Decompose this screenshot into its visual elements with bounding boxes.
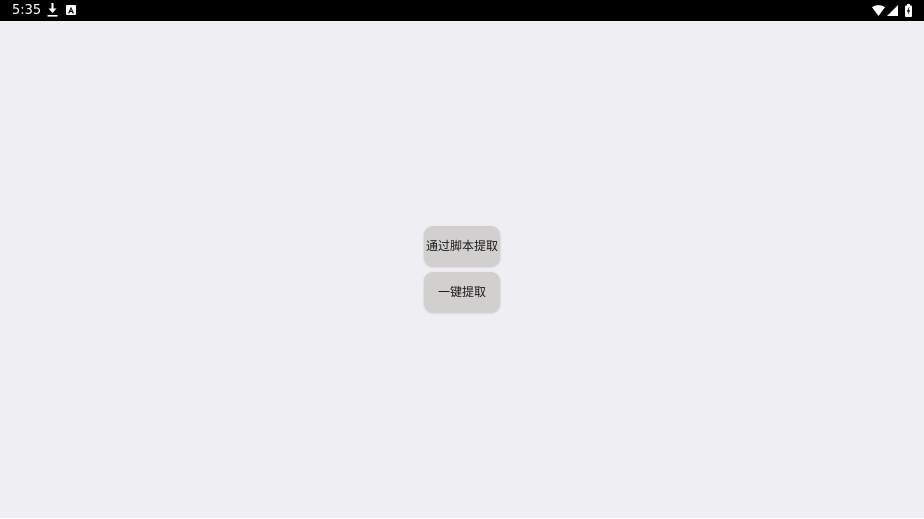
status-bar: 5:35: [0, 0, 924, 21]
cellular-signal-icon: [887, 5, 898, 16]
notification-a-icon: [66, 5, 76, 15]
wifi-icon: [872, 5, 885, 16]
one-click-extract-button[interactable]: 一键提取: [424, 272, 500, 312]
extract-via-script-button[interactable]: 通过脚本提取: [424, 226, 500, 266]
battery-icon: [905, 4, 912, 17]
main-content: [0, 21, 924, 518]
status-time: 5:35: [12, 3, 42, 18]
download-icon: [47, 3, 58, 17]
